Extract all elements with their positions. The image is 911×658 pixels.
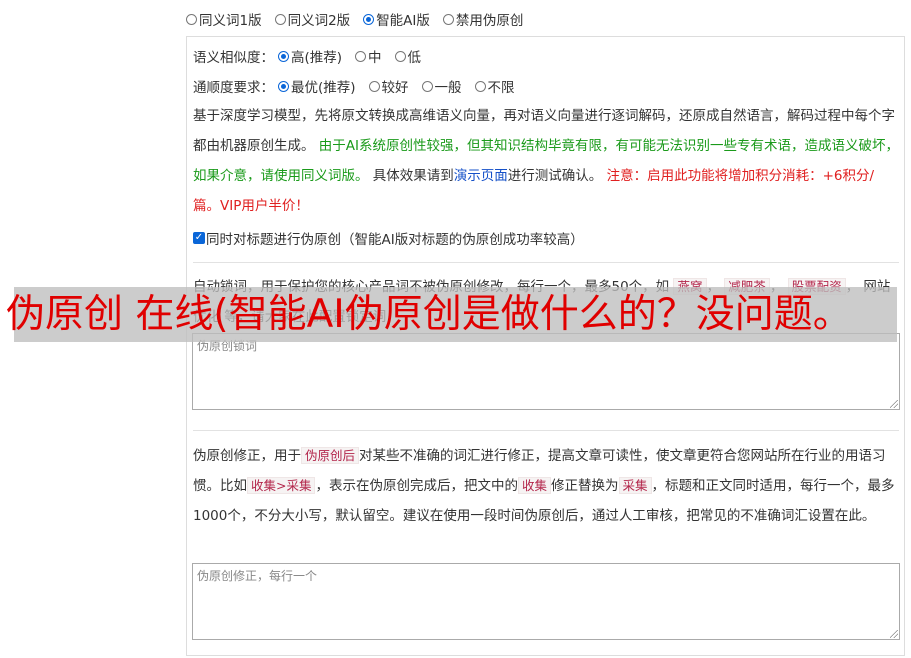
resize-handle-icon[interactable] (890, 630, 898, 638)
radio-icon[interactable] (394, 50, 406, 62)
fluency-label: 通顺度要求： (193, 80, 274, 96)
radio-icon[interactable] (442, 13, 454, 25)
watermark-text: 伪原创 在线(智能AI伪原创是做什么的？没问题。 (6, 292, 852, 337)
radio-selected-icon[interactable] (278, 50, 289, 62)
version-option-synonym1[interactable]: 同义词1版 (186, 9, 262, 29)
lock-words-textarea[interactable]: 伪原创锁词 (192, 333, 900, 410)
fluency-row: 通顺度要求： 最优(推荐) 较好 一般 不限 (193, 76, 528, 96)
correction-description: 伪原创修正，用于 伪原创后 对某些不准确的词汇进行修正，提高文章可读性，使文章更符合… (193, 447, 895, 524)
similarity-option-low[interactable]: 低 (394, 46, 421, 66)
similarity-row: 语义相似度： 高(推荐) 中 低 (193, 46, 434, 66)
example-tag: 伪原创后 (301, 447, 360, 464)
divider (193, 262, 899, 263)
radio-icon[interactable] (355, 50, 367, 62)
example-tag: 采集 (618, 477, 652, 494)
title-rewrite-checkbox[interactable]: ✓ 同时对标题进行伪原创（智能AI版对标题的伪原创成功率较高） (193, 228, 584, 248)
radio-icon[interactable] (274, 13, 286, 25)
radio-selected-icon[interactable] (278, 80, 289, 92)
ai-settings-panel: 语义相似度： 高(推荐) 中 低 通顺度要求： 最优(推荐) 较好 一般 不限 … (186, 36, 905, 656)
resize-handle-icon[interactable] (890, 400, 898, 408)
correction-placeholder: 伪原创修正，每行一个 (197, 569, 318, 583)
example-tag: 收集 (517, 477, 551, 494)
fluency-option-unlimited[interactable]: 不限 (474, 76, 515, 96)
radio-selected-icon[interactable] (363, 13, 375, 25)
correction-textarea[interactable]: 伪原创修正，每行一个 (192, 563, 900, 640)
radio-icon[interactable] (421, 80, 433, 92)
example-tag: 收集>采集 (247, 477, 316, 494)
checkbox-checked-icon[interactable]: ✓ (193, 232, 205, 244)
radio-icon[interactable] (368, 80, 380, 92)
fluency-option-good[interactable]: 较好 (368, 76, 409, 96)
title-checkbox-row: ✓ 同时对标题进行伪原创（智能AI版对标题的伪原创成功率较高） (193, 228, 584, 248)
demo-page-link[interactable]: 演示页面 (454, 168, 508, 184)
ai-description: 基于深度学习模型，先将原文转换成高维语义向量，再对语义向量进行逐词解码，还原成自… (193, 101, 899, 221)
fluency-option-best[interactable]: 最优(推荐) (278, 76, 356, 96)
similarity-option-medium[interactable]: 中 (355, 46, 382, 66)
version-option-synonym2[interactable]: 同义词2版 (274, 9, 350, 29)
description-text: 进行测试确认。 (507, 168, 603, 184)
description-text: 具体效果请到 (372, 168, 454, 184)
similarity-option-high[interactable]: 高(推荐) (278, 46, 342, 66)
version-radio-group: 同义词1版 同义词2版 智能AI版 禁用伪原创 (186, 8, 536, 30)
similarity-label: 语义相似度： (193, 50, 274, 66)
version-option-disabled[interactable]: 禁用伪原创 (442, 9, 523, 29)
fluency-option-normal[interactable]: 一般 (421, 76, 462, 96)
divider (193, 430, 899, 431)
version-option-ai[interactable]: 智能AI版 (363, 9, 430, 29)
radio-icon[interactable] (186, 13, 197, 25)
radio-icon[interactable] (474, 80, 486, 92)
